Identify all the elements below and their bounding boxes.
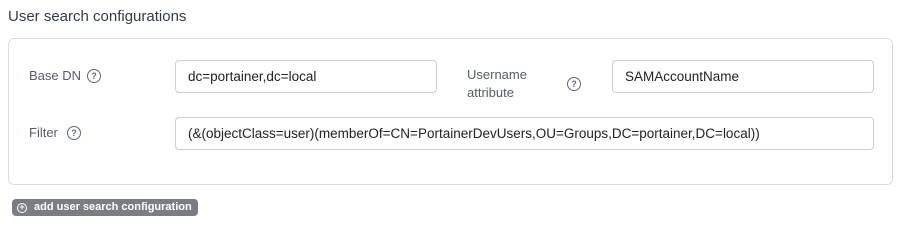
username-attribute-label-line2: attribute [467, 85, 514, 100]
username-attribute-label-line1: Username [467, 67, 527, 82]
base-dn-help-icon[interactable]: ? [87, 69, 101, 83]
filter-help-icon[interactable]: ? [67, 126, 81, 140]
base-dn-label: Base DN [29, 68, 82, 83]
username-attribute-input[interactable] [612, 60, 874, 93]
add-user-search-configuration-button[interactable]: + add user search configuration [12, 199, 198, 216]
plus-circle-icon: + [17, 202, 27, 213]
filter-input[interactable] [175, 117, 874, 150]
username-attribute-help-icon[interactable]: ? [567, 77, 581, 91]
base-dn-input[interactable] [175, 60, 437, 93]
section-title: User search configurations [8, 8, 187, 25]
user-search-config-card: Base DN ? Username attribute ? Filter ? [8, 38, 893, 185]
add-button-label: add user search configuration [34, 201, 192, 213]
filter-label: Filter [29, 125, 58, 140]
